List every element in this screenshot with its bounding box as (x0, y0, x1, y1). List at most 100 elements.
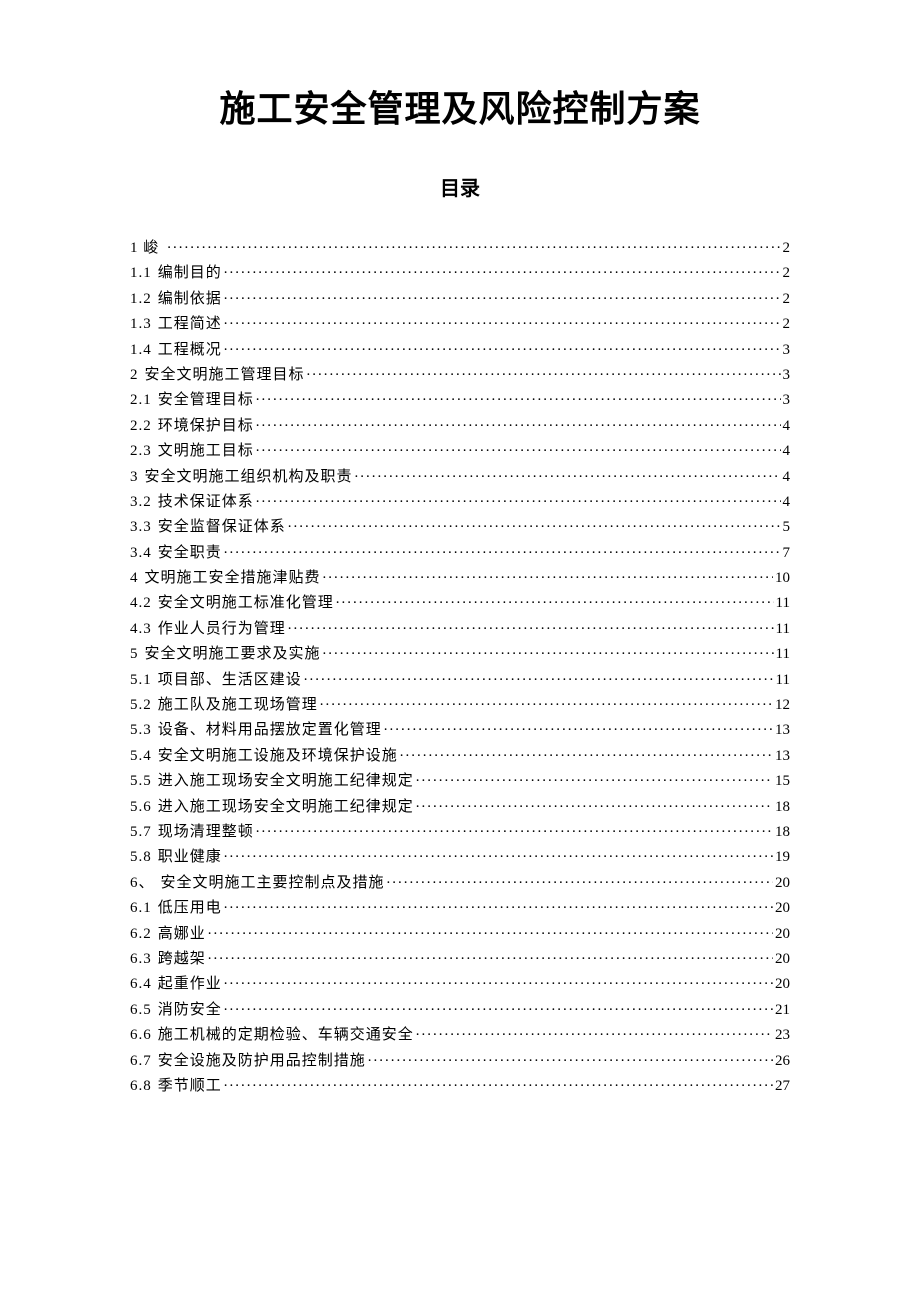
toc-leader-dots (307, 364, 781, 379)
toc-entry: 1.4工程概况3 (130, 339, 790, 364)
toc-leader-dots (256, 821, 773, 836)
toc-entry-label: 安全文明施工管理目标 (145, 368, 305, 383)
toc-leader-dots (288, 516, 781, 531)
toc-entry-label: 安全文明施工要求及实施 (145, 647, 321, 662)
toc-entry-label: 文明施工目标 (158, 444, 254, 459)
toc-entry-number: 5.1 (130, 673, 158, 688)
toc-entry: 5.7现场清理整顿18 (130, 821, 790, 846)
toc-entry: 1 峻2 (130, 237, 790, 262)
toc-entry: 6.4起重作业20 (130, 973, 790, 998)
toc-entry-page: 11 (776, 596, 790, 611)
toc-entry-page: 4 (783, 470, 791, 485)
toc-leader-dots (167, 237, 780, 252)
toc-entry-number: 1.4 (130, 343, 158, 358)
toc-entry-number: 5 (130, 647, 145, 662)
toc-entry: 6.8季节顺工27 (130, 1075, 790, 1100)
toc-entry-page: 7 (783, 546, 791, 561)
toc-entry-page: 11 (776, 673, 790, 688)
toc-entry-page: 2 (783, 266, 791, 281)
toc-entry: 5安全文明施工要求及实施 11 (130, 643, 790, 668)
toc-entry-number: 2 (130, 368, 145, 383)
toc-entry-number: 6.4 (130, 977, 158, 992)
toc-leader-dots (224, 339, 781, 354)
toc-entry: 5.5进入施工现场安全文明施工纪律规定15 (130, 770, 790, 795)
toc-leader-dots (256, 491, 781, 506)
toc-entry-label: 跨越架 (158, 952, 206, 967)
toc-entry: 4.3作业人员行为管理11 (130, 618, 790, 643)
toc-entry-label: 工程简述 (158, 317, 222, 332)
toc-entry-page: 2 (783, 317, 791, 332)
toc-entry-label: 施工队及施工现场管理 (158, 698, 318, 713)
toc-entry-page: 20 (775, 927, 790, 942)
toc-leader-dots (416, 770, 773, 785)
toc-entry-label: 项目部、生活区建设 (158, 673, 302, 688)
toc-entry-page: 19 (775, 850, 790, 865)
toc-entry-page: 10 (775, 571, 790, 586)
toc-entry-label: 消防安全 (158, 1003, 222, 1018)
toc-entry-page: 18 (775, 825, 790, 840)
toc-entry-label: 现场清理整顿 (158, 825, 254, 840)
toc-entry-number: 3.4 (130, 546, 158, 561)
toc-entry-label: 安全文明施工组织机构及职责 (145, 470, 353, 485)
toc-entry-number: 6.7 (130, 1054, 158, 1069)
toc-entry-page: 11 (776, 622, 790, 637)
toc-entry: 6、安全文明施工主要控制点及措施20 (130, 872, 790, 897)
toc-entry-page: 13 (775, 749, 790, 764)
toc-entry: 5.6进入施工现场安全文明施工纪律规定18 (130, 796, 790, 821)
toc-entry-label: 进入施工现场安全文明施工纪律规定 (158, 800, 414, 815)
toc-entry-number: 6.8 (130, 1079, 158, 1094)
toc-entry: 3.3安全监督保证体系5 (130, 516, 790, 541)
toc-entry-number: 6、 (130, 876, 161, 891)
toc-entry-number: 6.6 (130, 1028, 158, 1043)
toc-entry-label: 安全文明施工设施及环境保护设施 (158, 749, 398, 764)
toc-leader-dots (320, 694, 773, 709)
toc-leader-dots (224, 288, 781, 303)
toc-entry-page: 11 (776, 647, 790, 662)
toc-entry-label: 施工机械的定期检验、车辆交通安全 (158, 1028, 414, 1043)
toc-leader-dots (224, 262, 781, 277)
toc-entry-number: 4 (130, 571, 145, 586)
toc-entry-label: 设备、材料用品摆放定置化管理 (158, 723, 382, 738)
toc-entry-number: 6.5 (130, 1003, 158, 1018)
toc-entry-label: 安全职责 (158, 546, 222, 561)
toc-entry-number: 5.2 (130, 698, 158, 713)
toc-leader-dots (416, 796, 773, 811)
toc-entry: 4文明施工安全措施津贴费10 (130, 567, 790, 592)
toc-leader-dots (224, 999, 773, 1014)
toc-entry-label: 起重作业 (158, 977, 222, 992)
toc-leader-dots (288, 618, 774, 633)
toc-entry-label: 安全设施及防护用品控制措施 (158, 1054, 366, 1069)
toc-leader-dots (416, 1024, 773, 1039)
toc-entry: 1.2编制依据2 (130, 288, 790, 313)
toc-leader-dots (323, 643, 774, 658)
toc-leader-dots (336, 592, 774, 607)
toc-entry-label: 编制目的 (158, 266, 222, 281)
toc-leader-dots (224, 973, 773, 988)
toc-entry-page: 3 (783, 343, 791, 358)
toc-entry-page: 5 (783, 520, 791, 535)
toc-entry-number: 6.3 (130, 952, 158, 967)
toc-entry-label: 环境保护目标 (158, 419, 254, 434)
toc-entry-number: 4.3 (130, 622, 158, 637)
toc-entry-number: 5.6 (130, 800, 158, 815)
toc-entry-page: 20 (775, 901, 790, 916)
toc-entry-number: 2.1 (130, 393, 158, 408)
toc-entry-label: 技术保证体系 (158, 495, 254, 510)
toc-leader-dots (224, 1075, 773, 1090)
toc-entry: 3.2技术保证体系4 (130, 491, 790, 516)
toc-entry: 6.1低压用电20 (130, 897, 790, 922)
toc-leader-dots (208, 923, 773, 938)
toc-entry-label: 职业健康 (158, 850, 222, 865)
toc-entry: 5.3设备、材料用品摆放定置化管理13 (130, 719, 790, 744)
toc-entry-page: 3 (783, 393, 791, 408)
toc-entry: 4.2安全文明施工标准化管理11 (130, 592, 790, 617)
toc-leader-dots (256, 440, 781, 455)
toc-entry-page: 26 (775, 1054, 790, 1069)
toc-heading: 目录 (130, 172, 790, 201)
toc-entry-page: 15 (775, 774, 790, 789)
toc-entry: 1.1编制目的2 (130, 262, 790, 287)
toc-entry-number: 5.4 (130, 749, 158, 764)
document-page: 施工安全管理及风险控制方案 目录 1 峻21.1编制目的21.2编制依据21.3… (0, 0, 920, 1100)
table-of-contents: 1 峻21.1编制目的21.2编制依据21.3工程简述21.4工程概况32安全文… (130, 237, 790, 1100)
toc-entry: 6.3跨越架20 (130, 948, 790, 973)
